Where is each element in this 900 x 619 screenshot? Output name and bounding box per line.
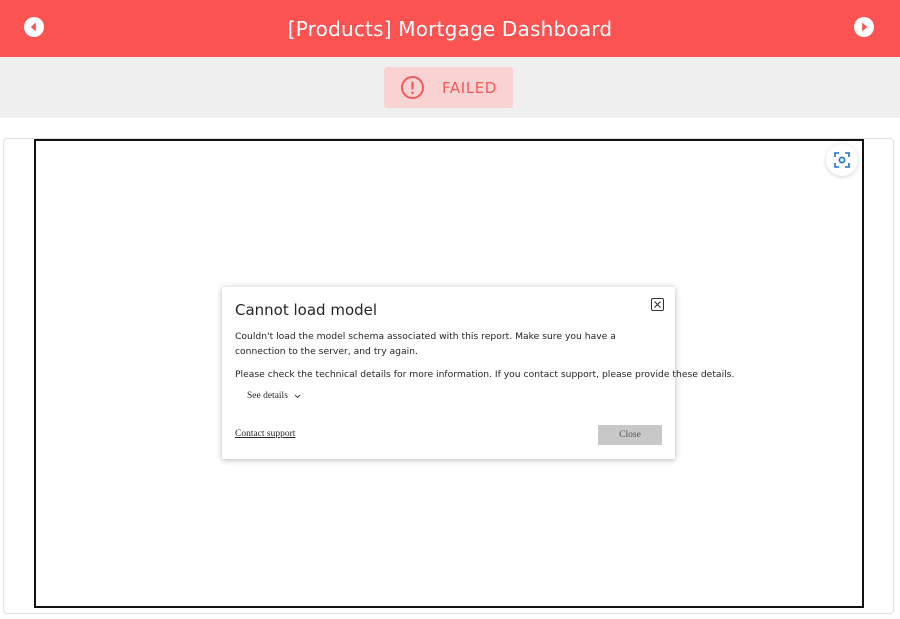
dialog-message: Couldn't load the model schema associate… <box>235 331 616 357</box>
see-details-toggle[interactable]: See details <box>247 391 301 401</box>
chevron-down-icon <box>294 394 301 398</box>
close-icon <box>654 301 661 308</box>
dialog-details-hint: Please check the technical details for m… <box>235 369 735 380</box>
focus-mode-icon <box>834 152 850 168</box>
previous-button[interactable] <box>24 17 44 37</box>
status-badge: FAILED <box>384 67 513 108</box>
contact-support-link[interactable]: Contact support <box>235 429 295 439</box>
dialog-close-icon-button[interactable] <box>651 298 664 311</box>
status-label: FAILED <box>442 79 497 97</box>
status-bar: FAILED <box>0 57 900 118</box>
close-button[interactable]: Close <box>598 425 662 445</box>
chevron-left-circle-icon <box>30 22 36 32</box>
alert-circle-icon <box>401 76 424 99</box>
next-button[interactable] <box>854 17 874 37</box>
error-dialog: Cannot load model Couldn't load the mode… <box>222 287 735 459</box>
focus-mode-button[interactable] <box>826 144 858 176</box>
see-details-label: See details <box>247 391 288 401</box>
app-header: [Products] Mortgage Dashboard <box>0 0 900 57</box>
chevron-right-circle-icon <box>862 22 868 32</box>
dialog-title: Cannot load model <box>235 301 378 319</box>
page-title: [Products] Mortgage Dashboard <box>287 16 613 41</box>
